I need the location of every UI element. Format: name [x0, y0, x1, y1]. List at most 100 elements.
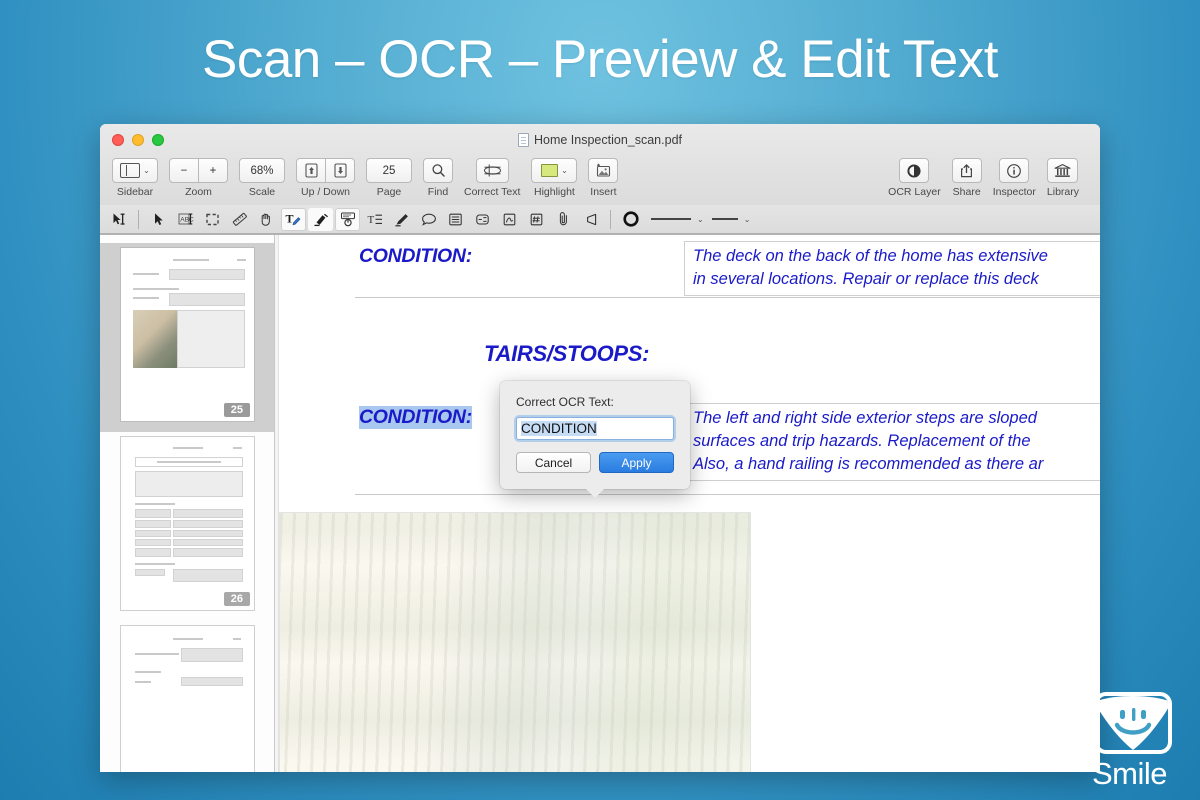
checkbox-field-tool[interactable] [470, 208, 495, 231]
doc-heading-condition-2[interactable]: CONDITION: [359, 406, 472, 429]
form-field-icon [449, 213, 462, 225]
sound-tool[interactable] [578, 208, 603, 231]
toolbar-group-library: Library [1047, 158, 1079, 198]
thumbnail-page-25[interactable]: 25 [100, 243, 274, 432]
chevron-down-icon: ⌄ [697, 214, 704, 224]
line-weight-picker[interactable]: ⌄ [651, 215, 704, 224]
arrow-select-tool[interactable] [146, 208, 171, 231]
correct-text-button[interactable] [475, 158, 509, 183]
line-style-picker[interactable]: ⌄ [711, 214, 751, 224]
smile-fish-glyph [1098, 696, 1168, 750]
thumbnail-preview: 27 [120, 625, 255, 772]
exterior-steps-photo [279, 512, 751, 772]
signature-field-tool[interactable] [497, 208, 522, 231]
insert-button[interactable] [588, 158, 619, 183]
shape-ellipse-tool[interactable] [618, 208, 643, 231]
svg-text:T: T [286, 212, 294, 226]
stamp-icon [340, 212, 355, 227]
edit-text-tool[interactable]: T [281, 207, 306, 231]
thumbnail-page-number: 25 [223, 403, 250, 417]
marquee-select-tool[interactable] [200, 208, 225, 231]
find-label: Find [427, 186, 449, 198]
thumbnail-list: 25 26 [100, 235, 274, 772]
document-canvas[interactable]: CONDITION: The deck on the back of the h… [275, 235, 1100, 772]
zoom-in-button[interactable]: + [198, 158, 228, 183]
toolbar-group-page: 25 Page [366, 158, 412, 198]
library-button[interactable] [1047, 158, 1079, 183]
highlight-button[interactable]: ⌄ [531, 158, 578, 183]
inspector-button[interactable] [999, 158, 1030, 183]
doc-divider [355, 494, 1100, 495]
svg-text:ABC: ABC [180, 216, 194, 223]
sidebar-button[interactable]: ⌄ [112, 158, 158, 183]
cancel-button[interactable]: Cancel [516, 452, 591, 473]
toolbar-group-sidebar: ⌄ Sidebar [112, 158, 158, 198]
text-box-tool[interactable]: T [362, 208, 387, 231]
correct-text-icon [483, 164, 501, 177]
pen-tool[interactable] [389, 208, 414, 231]
sidebar-label: Sidebar [116, 186, 154, 198]
text-cursor-tool[interactable] [106, 208, 131, 231]
zoom-out-button[interactable]: − [169, 158, 199, 183]
search-icon [431, 164, 445, 177]
attachment-tool[interactable] [551, 208, 576, 231]
page-number-field[interactable]: 25 [366, 158, 412, 183]
ocr-layer-button[interactable] [899, 158, 930, 183]
zoom-label: Zoom [185, 186, 212, 198]
doc-field-condition-2[interactable]: The left and right side exterior steps a… [684, 403, 1100, 481]
circle-icon [622, 211, 639, 227]
library-icon [1054, 164, 1071, 177]
toolbar-group-insert: Insert [588, 158, 619, 198]
scale-label: Scale [248, 186, 276, 198]
page-banner: Scan – OCR – Preview & Edit Text [0, 0, 1200, 118]
thumbnail-page-27[interactable]: 27 [100, 621, 274, 772]
toolbar-divider [610, 209, 611, 229]
doc-field-condition-1[interactable]: The deck on the back of the home has ext… [684, 241, 1100, 296]
speaker-icon [586, 213, 596, 225]
chevron-down-icon: ⌄ [743, 214, 751, 224]
hand-tool[interactable] [254, 208, 279, 231]
svg-text:T: T [367, 214, 374, 226]
smile-logo: Smile [1088, 692, 1200, 792]
stamp-tool[interactable] [335, 207, 360, 231]
document-icon [517, 132, 529, 147]
apply-button[interactable]: Apply [599, 452, 674, 473]
doc-divider [355, 297, 1100, 298]
share-button[interactable] [951, 158, 982, 183]
ruler-icon [232, 212, 247, 226]
page-down-button[interactable] [325, 158, 355, 183]
arrow-cursor-icon [154, 212, 163, 225]
number-field-tool[interactable] [524, 208, 549, 231]
insert-image-icon [597, 163, 611, 177]
number-field-icon [530, 213, 543, 225]
measure-tool[interactable] [227, 208, 252, 231]
redact-tool[interactable] [308, 207, 333, 231]
marquee-icon [206, 213, 219, 225]
sidebar-icon [120, 163, 141, 178]
note-tool[interactable] [416, 208, 441, 231]
doc-heading-condition-1[interactable]: CONDITION: [359, 245, 472, 268]
thumbnail-sidebar[interactable]: 25 26 [100, 235, 275, 772]
window-body: 25 26 CONDITION: The deck on the back of… [100, 235, 1100, 772]
doc-section-heading-stairs[interactable]: TAIRS/STOOPS: [484, 341, 650, 367]
form-field-tool[interactable] [443, 208, 468, 231]
window-titlebar[interactable]: Home Inspection_scan.pdf [100, 124, 1100, 155]
text-select-tool[interactable]: ABC [173, 208, 198, 231]
highlight-label: Highlight [533, 186, 575, 198]
chevron-down-icon: ⌄ [143, 166, 150, 175]
pen-icon [394, 213, 408, 226]
find-button[interactable] [423, 158, 453, 183]
library-label: Library [1046, 186, 1079, 198]
ocr-text-input[interactable]: CONDITION [516, 417, 674, 440]
scale-value[interactable]: 68% [239, 158, 285, 183]
toolbar-divider [138, 209, 139, 229]
highlight-swatch [541, 164, 559, 177]
page-up-button[interactable] [296, 158, 326, 183]
ocr-dialog-label: Correct OCR Text: [516, 395, 614, 409]
chevron-down-icon: ⌄ [561, 166, 568, 175]
correct-text-label: Correct Text [464, 186, 521, 198]
toolbar-group-updown: Up / Down [296, 158, 355, 198]
thumbnail-page-26[interactable]: 26 [100, 432, 274, 621]
share-icon [961, 163, 973, 177]
checkbox-field-icon [476, 213, 489, 225]
